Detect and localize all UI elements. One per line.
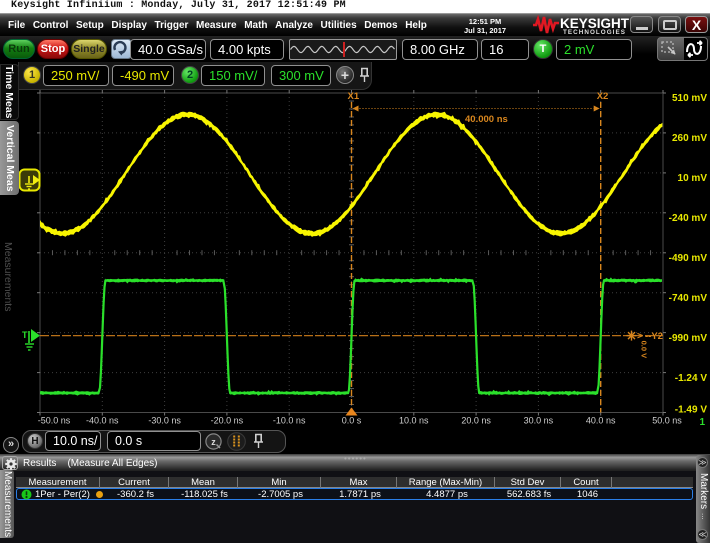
svg-text:-40.0 ns: -40.0 ns	[86, 416, 119, 426]
svg-text:-240 mV: -240 mV	[669, 213, 708, 224]
svg-text:0.0 V: 0.0 V	[640, 341, 649, 359]
svg-text:10 mV: 10 mV	[678, 173, 708, 184]
svg-text:-30.0 ns: -30.0 ns	[148, 416, 181, 426]
svg-text:510 mV: 510 mV	[672, 93, 707, 104]
svg-text:X2: X2	[597, 91, 609, 102]
svg-text:-990 mV: -990 mV	[669, 333, 708, 344]
svg-text:1: 1	[699, 417, 705, 428]
svg-text:T: T	[22, 330, 28, 340]
svg-text:30.0 ns: 30.0 ns	[524, 416, 554, 426]
svg-text:-740 mV: -740 mV	[669, 293, 708, 304]
svg-text:z: z	[211, 437, 216, 447]
svg-text:40.000 ns: 40.000 ns	[465, 114, 508, 125]
svg-text:40.0 ns: 40.0 ns	[586, 416, 616, 426]
svg-text:20.0 ns: 20.0 ns	[461, 416, 491, 426]
svg-text:10.0 ns: 10.0 ns	[399, 416, 429, 426]
svg-text:260 mV: 260 mV	[672, 133, 707, 144]
svg-text:-490 mV: -490 mV	[669, 253, 708, 264]
svg-text:0.0 s: 0.0 s	[342, 416, 362, 426]
svg-text:X1: X1	[348, 91, 360, 102]
svg-text:-20.0 ns: -20.0 ns	[211, 416, 244, 426]
svg-text:50.0 ns: 50.0 ns	[652, 416, 682, 426]
svg-text:-50.0 ns: -50.0 ns	[38, 416, 71, 426]
svg-text:-1.24 V: -1.24 V	[675, 373, 708, 384]
svg-text:-1.49 V: -1.49 V	[675, 405, 708, 416]
svg-text:-10.0 ns: -10.0 ns	[273, 416, 306, 426]
